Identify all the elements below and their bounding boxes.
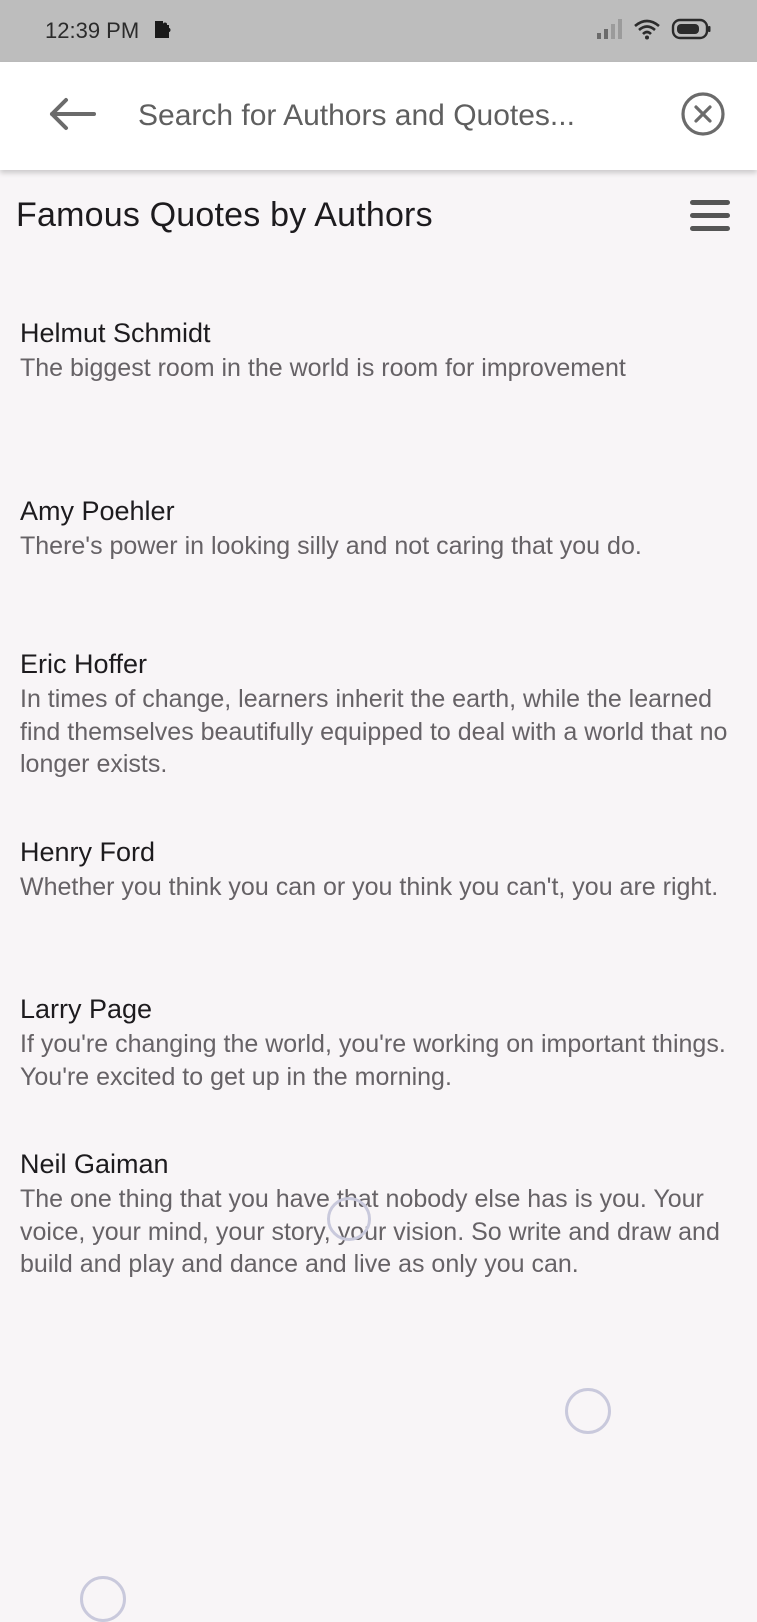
wifi-icon <box>633 18 661 45</box>
quote-text: The biggest room in the world is room fo… <box>20 354 626 382</box>
quote-author: Eric Hoffer <box>20 649 148 679</box>
quote-item[interactable]: Larry Page If you're changing the world,… <box>20 992 738 1093</box>
signal-icon <box>595 18 623 45</box>
quote-text: The one thing that you have that nobody … <box>20 1185 720 1278</box>
status-right <box>595 17 711 46</box>
quote-author: Larry Page <box>20 994 153 1024</box>
status-time: 12:39 PM <box>45 18 140 43</box>
quote-text: There's power in looking silly and not c… <box>20 532 642 560</box>
quote-item[interactable]: Helmut Schmidt The biggest room in the w… <box>20 316 738 385</box>
battery-icon <box>671 17 711 46</box>
status-bar: 12:39 PM <box>0 0 757 62</box>
header-row: Famous Quotes by Authors <box>0 186 757 252</box>
clear-search-button[interactable] <box>679 90 727 143</box>
quote-item[interactable]: Henry Ford Whether you think you can or … <box>20 835 738 904</box>
status-left: 12:39 PM <box>45 17 173 46</box>
quote-author: Henry Ford <box>20 837 156 867</box>
quote-text: In times of change, learners inherit the… <box>20 685 728 778</box>
arrow-left-icon <box>46 96 98 137</box>
quote-item[interactable]: Neil Gaiman The one thing that you have … <box>20 1147 738 1281</box>
quote-item[interactable]: Eric Hoffer In times of change, learners… <box>20 647 738 781</box>
close-circle-icon <box>679 90 727 143</box>
quote-item[interactable]: Amy Poehler There's power in looking sil… <box>20 494 738 563</box>
quote-author: Helmut Schmidt <box>20 318 211 348</box>
quote-text: Whether you think you can or you think y… <box>20 873 719 901</box>
page-title: Famous Quotes by Authors <box>16 196 433 234</box>
loading-spinner-icon <box>565 1388 611 1434</box>
back-button[interactable] <box>46 94 98 138</box>
quote-author: Neil Gaiman <box>20 1149 169 1179</box>
search-bar <box>0 62 757 170</box>
notification-icon <box>151 17 173 46</box>
menu-button[interactable] <box>688 196 732 240</box>
search-input[interactable] <box>138 92 648 140</box>
hamburger-menu-icon <box>688 196 732 241</box>
loading-spinner-icon <box>80 1576 126 1622</box>
quote-author: Amy Poehler <box>20 496 175 526</box>
loading-spinner-icon <box>327 1197 371 1241</box>
quote-text: If you're changing the world, you're wor… <box>20 1030 726 1091</box>
